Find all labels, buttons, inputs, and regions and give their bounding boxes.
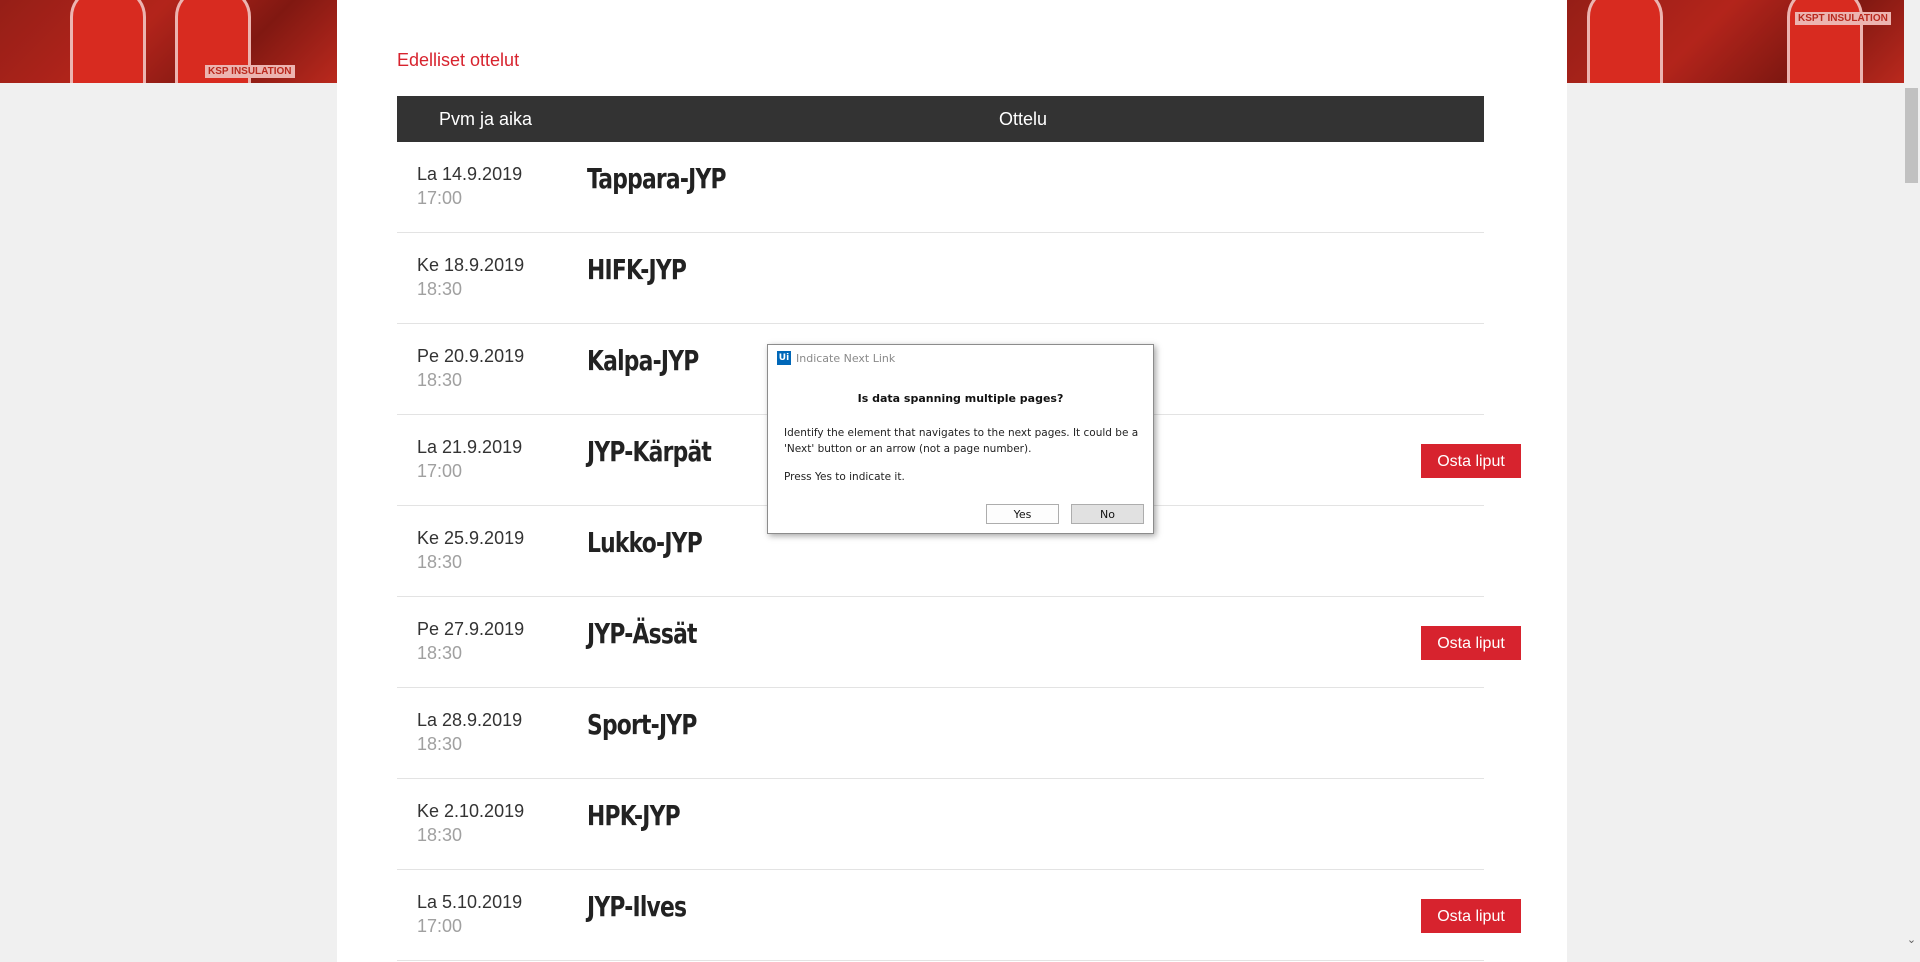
match-date: Ke 25.9.2019 (417, 528, 525, 548)
match-time: 17:00 (417, 916, 463, 936)
dialog-heading: Is data spanning multiple pages? (857, 392, 1064, 405)
match-date: La 14.9.2019 (417, 164, 523, 184)
section-title: Edelliset ottelut (397, 50, 520, 70)
dialog-titlebar: Ui Indicate Next Link (768, 345, 1153, 367)
buy-tickets-button[interactable]: Osta liput (1421, 444, 1521, 478)
match-time: 18:30 (417, 279, 463, 299)
scrollbar-thumb[interactable] (1905, 88, 1918, 183)
match-name[interactable]: JYP-Ilves (587, 890, 687, 923)
scrollbar-track[interactable] (1903, 83, 1920, 962)
dialog-instruction: Press Yes to indicate it. (784, 471, 905, 483)
table-header: Pvm ja aika Ottelu (397, 96, 1484, 142)
scroll-down-icon[interactable]: ⌄ (1903, 930, 1920, 950)
match-date: Pe 27.9.2019 (417, 619, 525, 639)
match-time: 17:00 (417, 188, 463, 208)
match-date: Pe 20.9.2019 (417, 346, 525, 366)
uipath-icon: Ui (777, 351, 791, 365)
column-header-date: Pvm ja aika (439, 109, 533, 129)
buy-tickets-button[interactable]: Osta liput (1421, 899, 1521, 933)
column-header-match: Ottelu (999, 109, 1048, 129)
match-name[interactable]: HIFK-JYP (587, 253, 687, 286)
match-time: 18:30 (417, 643, 463, 663)
match-name[interactable]: HPK-JYP (587, 799, 681, 832)
match-name[interactable]: JYP-Ässät (587, 617, 697, 650)
table-row: La 5.10.2019 17:00 JYP-Ilves Osta liput (397, 870, 1521, 961)
match-name[interactable]: JYP-Kärpät (587, 435, 712, 468)
table-row: Pe 27.9.2019 18:30 JYP-Ässät Osta liput (397, 597, 1521, 688)
match-time: 18:30 (417, 370, 463, 390)
table-row: Ke 18.9.2019 18:30 HIFK-JYP (397, 233, 1484, 324)
dialog-title: Indicate Next Link (796, 352, 896, 365)
match-name[interactable]: Sport-JYP (587, 708, 697, 741)
match-date: La 28.9.2019 (417, 710, 523, 730)
table-row: La 14.9.2019 17:00 Tappara-JYP (397, 142, 1484, 233)
match-time: 18:30 (417, 825, 463, 845)
banner-left-image: KSP INSULATION (0, 0, 337, 83)
dialog-message: Identify the element that navigates to t… (784, 427, 1139, 455)
yes-button[interactable]: Yes (986, 504, 1059, 524)
buy-tickets-button[interactable]: Osta liput (1421, 626, 1521, 660)
table-row: Ke 2.10.2019 18:30 HPK-JYP (397, 779, 1484, 870)
match-time: 18:30 (417, 552, 463, 572)
match-time: 18:30 (417, 734, 463, 754)
match-date: La 5.10.2019 (417, 892, 523, 912)
banner-right-image: KSPT INSULATION (1567, 0, 1904, 83)
match-date: La 21.9.2019 (417, 437, 523, 457)
match-time: 17:00 (417, 461, 463, 481)
matches-table: La 14.9.2019 17:00 Tappara-JYP Ke 18.9.2… (397, 142, 1521, 961)
no-button[interactable]: No (1071, 504, 1144, 524)
match-name[interactable]: Lukko-JYP (587, 526, 703, 559)
match-date: Ke 2.10.2019 (417, 801, 525, 821)
table-row: La 28.9.2019 18:30 Sport-JYP (397, 688, 1484, 779)
match-date: Ke 18.9.2019 (417, 255, 525, 275)
match-name[interactable]: Kalpa-JYP (587, 344, 699, 377)
indicate-next-link-dialog: Ui Indicate Next Link Is data spanning m… (767, 344, 1154, 534)
match-name[interactable]: Tappara-JYP (587, 162, 727, 195)
